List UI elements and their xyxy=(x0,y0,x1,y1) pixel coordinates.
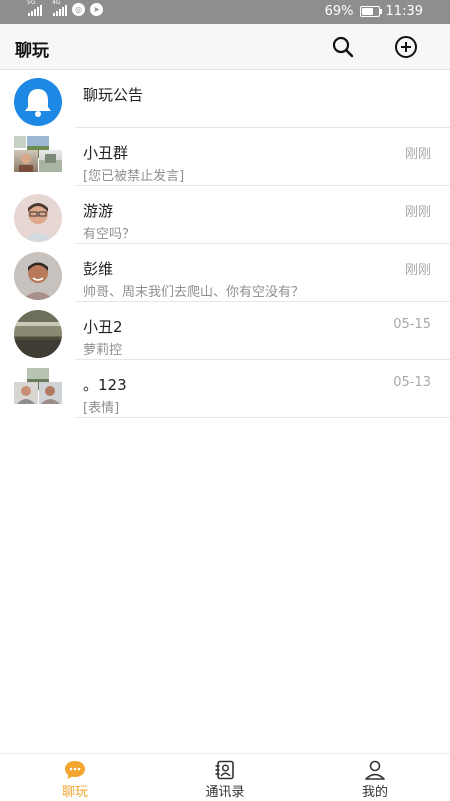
avatar-tile xyxy=(39,150,62,172)
avatar xyxy=(14,194,62,242)
chat-list: 聊玩公告 小丑群 [您已被禁止发言] 刚刚 游游 有空吗？ 刚刚 彭维 帅哥、周… xyxy=(0,70,450,418)
avatar-tile xyxy=(14,136,26,148)
chat-bubble-icon xyxy=(65,761,85,779)
notice-avatar xyxy=(14,78,62,126)
group-avatar xyxy=(14,136,62,184)
chat-row-group[interactable]: 小丑群 [您已被禁止发言] 刚刚 xyxy=(0,128,450,186)
tab-me[interactable]: 我的 xyxy=(335,754,415,801)
chat-row-notice[interactable]: 聊玩公告 xyxy=(0,70,450,128)
chat-name: 小丑群 xyxy=(83,144,129,162)
chat-time: 05-15 xyxy=(393,317,431,332)
add-button[interactable] xyxy=(392,33,420,61)
app-header: 聊玩 xyxy=(0,24,450,70)
chat-time: 刚刚 xyxy=(404,147,431,162)
signal-1-label: 5G xyxy=(27,0,36,6)
chat-row-123[interactable]: 。123 [表情] 05-13 xyxy=(0,360,450,418)
bottom-tab-bar: 聊玩 通讯录 我的 xyxy=(0,753,450,801)
chat-name: 游游 xyxy=(83,202,114,220)
row-divider xyxy=(75,417,450,418)
avatar xyxy=(14,310,62,358)
chat-preview: [表情] xyxy=(83,401,120,416)
status-bar: 5G 4G ◎ ➤ 69% 11:39 xyxy=(0,0,450,24)
search-icon xyxy=(332,36,354,58)
group-avatar xyxy=(14,368,62,416)
chat-name: 。123 xyxy=(83,376,127,394)
signal-icon-1: 5G xyxy=(27,0,42,16)
chat-row-youyou[interactable]: 游游 有空吗？ 刚刚 xyxy=(0,186,450,244)
chat-preview: 萝莉控 xyxy=(83,343,123,358)
signal-2-label: 4G xyxy=(52,0,61,6)
avatar-tile xyxy=(39,382,62,404)
chat-row-xiaochou2[interactable]: 小丑2 萝莉控 05-15 xyxy=(0,302,450,360)
search-button[interactable] xyxy=(329,33,357,61)
page-title: 聊玩 xyxy=(15,41,49,61)
app-notification-icon: ◎ xyxy=(72,3,85,16)
tab-label: 聊玩 xyxy=(61,785,88,800)
bell-icon xyxy=(25,89,51,117)
status-left: 5G 4G ◎ ➤ xyxy=(27,0,103,16)
person-icon xyxy=(365,760,385,780)
chat-time: 05-13 xyxy=(393,375,431,390)
signal-icon-2: 4G xyxy=(52,0,67,16)
avatar xyxy=(14,252,62,300)
avatar-tile xyxy=(14,150,38,172)
battery-fill xyxy=(361,8,373,15)
chat-time: 刚刚 xyxy=(404,205,431,220)
avatar-tile xyxy=(14,382,38,404)
contacts-icon xyxy=(215,760,234,780)
tab-chat[interactable]: 聊玩 xyxy=(35,754,115,801)
status-time: 11:39 xyxy=(385,4,423,19)
chat-name: 聊玩公告 xyxy=(83,86,144,104)
chat-time: 刚刚 xyxy=(404,263,431,278)
chat-preview: [您已被禁止发言] xyxy=(83,169,185,184)
tab-contacts[interactable]: 通讯录 xyxy=(185,754,265,801)
status-right: 69% 11:39 xyxy=(325,4,423,19)
chat-preview: 帅哥、周末我们去爬山、你有空没有？ xyxy=(83,285,305,300)
chat-row-pengwei[interactable]: 彭维 帅哥、周末我们去爬山、你有空没有？ 刚刚 xyxy=(0,244,450,302)
battery-percent: 69% xyxy=(324,4,354,19)
tab-label: 通讯录 xyxy=(205,785,245,800)
battery-icon xyxy=(359,6,382,17)
tab-label: 我的 xyxy=(361,785,388,800)
chat-preview: 有空吗？ xyxy=(83,227,136,242)
send-notification-icon: ➤ xyxy=(90,3,103,16)
chat-name: 小丑2 xyxy=(83,318,123,336)
add-circle-icon xyxy=(395,36,417,58)
chat-name: 彭维 xyxy=(83,260,114,278)
